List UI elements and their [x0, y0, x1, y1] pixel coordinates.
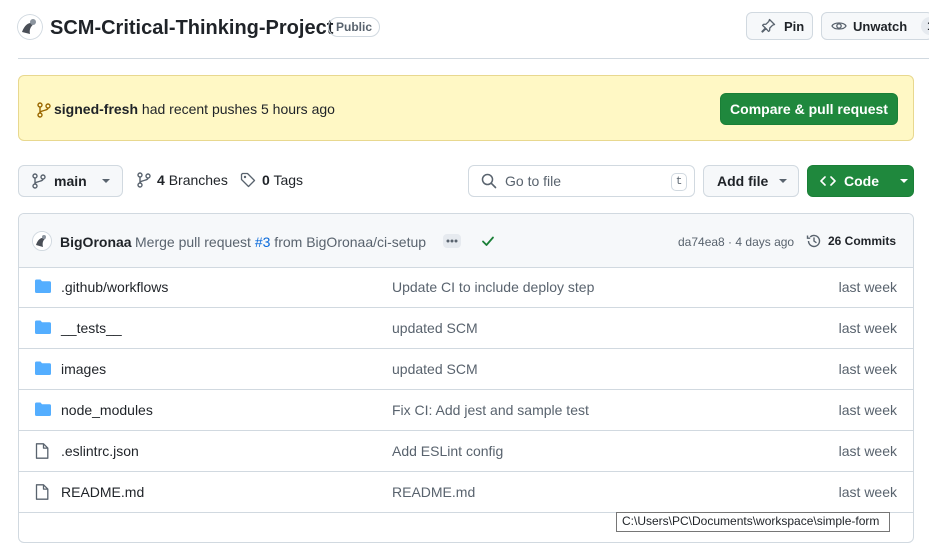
pin-label: Pin [784, 18, 805, 34]
git-branch-icon [32, 173, 46, 189]
code-icon [820, 173, 836, 189]
file-commit-message[interactable]: README.md [392, 484, 475, 501]
caret-down-icon [899, 178, 909, 184]
file-commit-time: last week [838, 361, 897, 377]
file-commit-time: last week [838, 484, 897, 500]
tags-label: Tags [273, 172, 304, 188]
commit-message-suffix: from BigOronaa/ci-setup [270, 234, 427, 250]
pull-request-link[interactable]: #3 [255, 234, 271, 250]
check-icon[interactable] [481, 234, 495, 248]
file-commit-message[interactable]: Fix CI: Add jest and sample test [392, 402, 589, 419]
commit-message[interactable]: Merge pull request #3 from BigOronaa/ci-… [135, 234, 426, 251]
commit-author[interactable]: BigOronaa [60, 234, 132, 251]
banner-message: had recent pushes 5 hours ago [138, 101, 335, 117]
folder-icon [35, 361, 51, 375]
pushed-branch-name[interactable]: signed-fresh [54, 101, 138, 117]
file-icon [35, 443, 49, 459]
watch-count: 1 [921, 17, 929, 35]
code-button[interactable]: Code [807, 165, 914, 197]
file-row[interactable]: .eslintrc.json Add ESLint config last we… [19, 431, 913, 472]
file-commit-message[interactable]: Update CI to include deploy step [392, 279, 594, 296]
file-commit-message[interactable]: updated SCM [392, 361, 478, 378]
folder-icon [35, 279, 51, 293]
caret-down-icon [778, 178, 788, 184]
tag-icon [240, 172, 256, 188]
branch-selector[interactable]: main [18, 165, 123, 197]
unwatch-label: Unwatch [853, 18, 908, 34]
git-branch-icon [137, 172, 151, 188]
add-file-button[interactable]: Add file [703, 165, 799, 197]
file-commit-time: last week [838, 320, 897, 336]
file-name[interactable]: __tests__ [61, 320, 122, 337]
visibility-badge: Public [328, 17, 381, 37]
file-commit-message[interactable]: Add ESLint config [392, 443, 503, 460]
file-commit-message[interactable]: updated SCM [392, 320, 478, 337]
file-name[interactable]: node_modules [61, 402, 153, 419]
go-to-file-input[interactable] [505, 173, 660, 189]
branch-name: main [54, 173, 87, 189]
branches-count: 4 [157, 172, 165, 188]
repo-title[interactable]: SCM-Critical-Thinking-Project [50, 15, 333, 41]
branches-link[interactable]: 4 Branches [137, 172, 228, 188]
branches-label: Branches [168, 172, 228, 188]
history-icon [806, 233, 822, 249]
commits-count: 26 Commits [828, 234, 897, 248]
git-branch-icon [37, 102, 51, 118]
header-divider [18, 58, 929, 59]
search-icon [481, 173, 497, 189]
expand-commit-message-button[interactable] [443, 234, 461, 248]
file-table: BigOronaa Merge pull request #3 from Big… [18, 213, 914, 543]
compare-pull-request-button[interactable]: Compare & pull request [720, 93, 898, 125]
file-commit-time: last week [838, 443, 897, 459]
tags-count: 0 [262, 172, 270, 188]
pin-button[interactable]: Pin [746, 12, 813, 40]
commit-sha-and-time[interactable]: da74ea8 · 4 days ago [678, 235, 794, 250]
banner-text: signed-fresh had recent pushes 5 hours a… [54, 101, 335, 118]
latest-commit-bar: BigOronaa Merge pull request #3 from Big… [19, 214, 913, 268]
file-row[interactable]: __tests__ updated SCM last week [19, 308, 913, 349]
repo-owner-avatar[interactable] [17, 14, 43, 40]
caret-down-icon [101, 178, 111, 184]
folder-icon [35, 402, 51, 416]
pin-icon [760, 18, 776, 34]
eye-icon [831, 18, 847, 34]
file-name[interactable]: README.md [61, 484, 144, 501]
file-name[interactable]: .eslintrc.json [61, 443, 139, 460]
file-row[interactable]: .github/workflows Update CI to include d… [19, 267, 913, 308]
code-label: Code [844, 173, 879, 189]
file-icon [35, 484, 49, 500]
file-row[interactable]: README.md README.md last week [19, 472, 913, 513]
file-name[interactable]: images [61, 361, 106, 378]
add-file-label: Add file [717, 173, 769, 189]
unwatch-button[interactable]: Unwatch 1 [821, 12, 929, 40]
path-tooltip: C:\Users\PC\Documents\workspace\simple-f… [616, 512, 890, 532]
commit-author-avatar[interactable] [32, 231, 52, 251]
recent-pushes-banner: signed-fresh had recent pushes 5 hours a… [18, 75, 914, 141]
tags-link[interactable]: 0 Tags [240, 172, 303, 188]
file-commit-time: last week [838, 279, 897, 295]
keyboard-shortcut-hint: t [671, 173, 687, 191]
file-name[interactable]: .github/workflows [61, 279, 168, 296]
file-row[interactable]: node_modules Fix CI: Add jest and sample… [19, 390, 913, 431]
folder-icon [35, 320, 51, 334]
go-to-file-search[interactable]: t [468, 165, 695, 197]
ellipsis-icon [446, 239, 458, 243]
commits-history-link[interactable]: 26 Commits [806, 233, 896, 249]
commit-message-prefix: Merge pull request [135, 234, 255, 250]
file-commit-time: last week [838, 402, 897, 418]
file-row[interactable]: images updated SCM last week [19, 349, 913, 390]
